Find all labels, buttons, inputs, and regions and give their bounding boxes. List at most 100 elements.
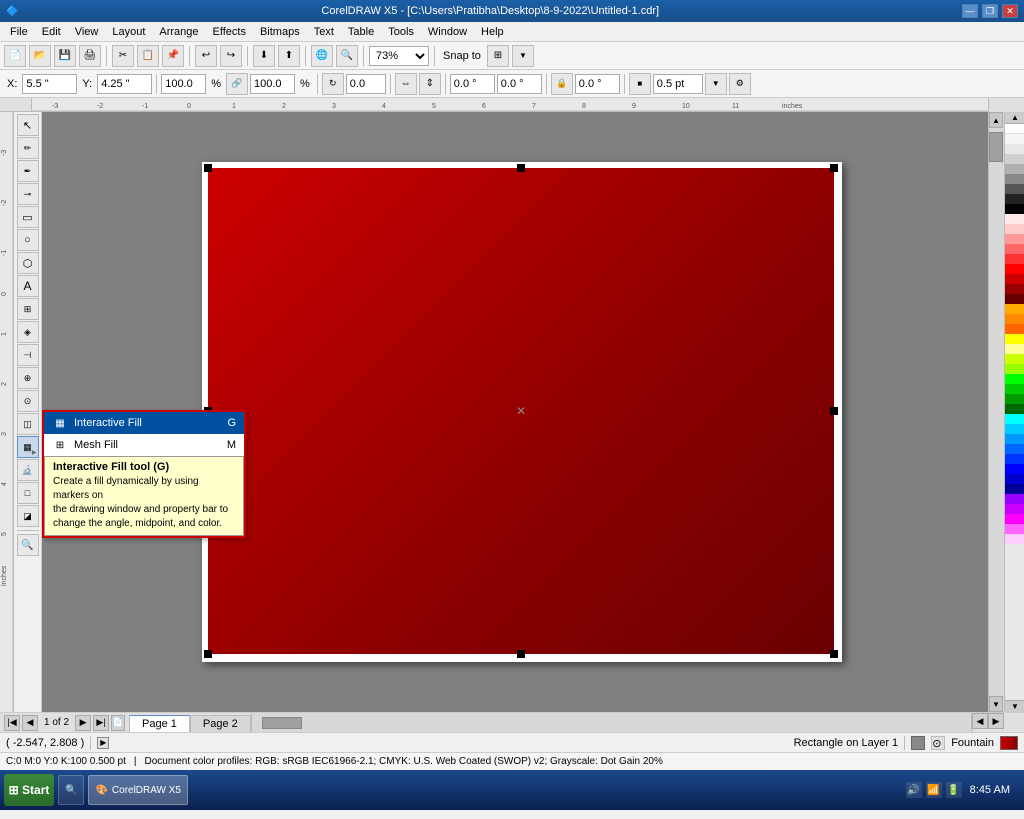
swatch-red2[interactable] <box>1005 264 1024 274</box>
handle-bottom-right[interactable] <box>830 650 838 658</box>
swatch-light-gray1[interactable] <box>1005 134 1024 144</box>
angle-icon[interactable]: ↻ <box>322 73 344 95</box>
interactive-fill-tool[interactable]: ▦▶ <box>17 436 39 458</box>
palette-scroll-down[interactable]: ▼ <box>1005 700 1024 712</box>
lock-ratio-btn[interactable]: 🔗 <box>226 73 248 95</box>
zoom-tool[interactable]: 🔍 <box>17 534 39 556</box>
rectangle-tool[interactable]: ▭ <box>17 206 39 228</box>
eyedropper-tool[interactable]: 🔬 <box>17 459 39 481</box>
swatch-gray1[interactable] <box>1005 154 1024 164</box>
export-button[interactable]: ⬆ <box>278 45 300 67</box>
palette-scroll-up[interactable]: ▲ <box>1005 112 1024 124</box>
close-button[interactable]: ✕ <box>1002 4 1018 18</box>
import-button[interactable]: ⬇ <box>253 45 275 67</box>
canvas[interactable]: ✕ ▦ Interactive Fill G ⊞ Mesh Fill M <box>42 112 988 712</box>
swatch-yellow-green[interactable] <box>1005 354 1024 364</box>
swatch-green[interactable] <box>1005 374 1024 384</box>
handle-top-right[interactable] <box>830 164 838 172</box>
swatch-lavender[interactable] <box>1005 534 1024 544</box>
swatch-cyan[interactable] <box>1005 414 1024 424</box>
menu-text[interactable]: Text <box>308 24 340 40</box>
swatch-pink[interactable] <box>1005 224 1024 234</box>
menu-help[interactable]: Help <box>475 24 510 40</box>
handle-bottom-left[interactable] <box>204 650 212 658</box>
basic-shapes-tool[interactable]: ◈ <box>17 321 39 343</box>
handle-bottom-center[interactable] <box>517 650 525 658</box>
menu-window[interactable]: Window <box>422 24 473 40</box>
swatch-salmon[interactable] <box>1005 234 1024 244</box>
play-btn[interactable]: ▶ <box>97 737 109 749</box>
swatch-very-dark-green[interactable] <box>1005 404 1024 414</box>
popup-interactive-fill[interactable]: ▦ Interactive Fill G <box>44 412 244 434</box>
h-scroll-thumb[interactable] <box>262 717 302 729</box>
connector-tool[interactable]: ⊣ <box>17 344 39 366</box>
page-first-btn[interactable]: |◀ <box>4 715 20 731</box>
page-next-btn[interactable]: ▶ <box>75 715 91 731</box>
swatch-dark-gray[interactable] <box>1005 184 1024 194</box>
shadow-tool[interactable]: ◫ <box>17 413 39 435</box>
undo-button[interactable]: ↩ <box>195 45 217 67</box>
swatch-forest-green[interactable] <box>1005 394 1024 404</box>
scroll-down-btn[interactable]: ▼ <box>989 696 1003 712</box>
swatch-gray3[interactable] <box>1005 174 1024 184</box>
open-button[interactable]: 📂 <box>29 45 51 67</box>
angle-input[interactable] <box>346 74 386 94</box>
menu-arrange[interactable]: Arrange <box>153 24 204 40</box>
menu-tools[interactable]: Tools <box>382 24 420 40</box>
lock-btn[interactable]: 🔒 <box>551 73 573 95</box>
handle-top-left[interactable] <box>204 164 212 172</box>
snap-arrow[interactable]: ▼ <box>512 45 534 67</box>
scroll-left-btn[interactable]: ◀ <box>972 713 988 729</box>
width-input[interactable] <box>161 74 206 94</box>
tab-page1[interactable]: Page 1 <box>129 715 190 732</box>
start-button[interactable]: ⊞ Start <box>4 774 54 806</box>
smart-draw-tool[interactable]: ✒ <box>17 160 39 182</box>
swatch-black[interactable] <box>1005 204 1024 214</box>
x-input[interactable] <box>22 74 77 94</box>
swatch-dark-red2[interactable] <box>1005 284 1024 294</box>
redo-button[interactable]: ↪ <box>220 45 242 67</box>
paste-button[interactable]: 📌 <box>162 45 184 67</box>
menu-effects[interactable]: Effects <box>207 24 252 40</box>
menu-table[interactable]: Table <box>342 24 380 40</box>
status-icon2[interactable]: ⊙ <box>931 736 945 750</box>
popup-mesh-fill[interactable]: ⊞ Mesh Fill M <box>44 434 244 456</box>
blend-tool[interactable]: ⊕ <box>17 367 39 389</box>
menu-bitmaps[interactable]: Bitmaps <box>254 24 306 40</box>
polygon-tool[interactable]: ⬡ <box>17 252 39 274</box>
publish-button[interactable]: 🌐 <box>311 45 333 67</box>
swatch-pure-blue[interactable] <box>1005 464 1024 474</box>
page-prev-btn[interactable]: ◀ <box>22 715 38 731</box>
swatch-blue1[interactable] <box>1005 434 1024 444</box>
menu-edit[interactable]: Edit <box>36 24 67 40</box>
minimize-button[interactable]: — <box>962 4 978 18</box>
swatch-purple1[interactable] <box>1005 494 1024 504</box>
swatch-dark-blue1[interactable] <box>1005 474 1024 484</box>
swatch-sky-blue[interactable] <box>1005 424 1024 434</box>
page-last-btn[interactable]: ▶| <box>93 715 109 731</box>
tray-icon2[interactable]: 📶 <box>926 782 942 798</box>
scroll-up-btn[interactable]: ▲ <box>989 112 1003 128</box>
fill-tool[interactable]: ◪ <box>17 505 39 527</box>
swatch-gray2[interactable] <box>1005 164 1024 174</box>
stroke-width-input[interactable] <box>653 74 703 94</box>
swatch-dark-blue2[interactable] <box>1005 484 1024 494</box>
stroke-input[interactable] <box>575 74 620 94</box>
v-scroll-thumb[interactable] <box>989 132 1003 162</box>
mirror-v-btn[interactable]: ⇕ <box>419 73 441 95</box>
menu-file[interactable]: File <box>4 24 34 40</box>
swatch-light-magenta[interactable] <box>1005 524 1024 534</box>
zoom-btn2[interactable]: 🔍 <box>336 45 358 67</box>
zoom-select[interactable]: 73%100%50% <box>369 46 429 66</box>
scroll-right-btn[interactable]: ▶ <box>988 713 1004 729</box>
y-input[interactable] <box>97 74 152 94</box>
snap-btn[interactable]: ⊞ <box>487 45 509 67</box>
taskbar-coreldraw[interactable]: 🎨 CorelDRAW X5 <box>88 775 188 805</box>
menu-layout[interactable]: Layout <box>106 24 151 40</box>
mirror-h-btn[interactable]: ⇔ <box>395 73 417 95</box>
swatch-blue3[interactable] <box>1005 454 1024 464</box>
swatch-light-red[interactable] <box>1005 214 1024 224</box>
height-input[interactable] <box>250 74 295 94</box>
swatch-yellow[interactable] <box>1005 334 1024 344</box>
page-add-btn[interactable]: 📄 <box>111 715 125 731</box>
